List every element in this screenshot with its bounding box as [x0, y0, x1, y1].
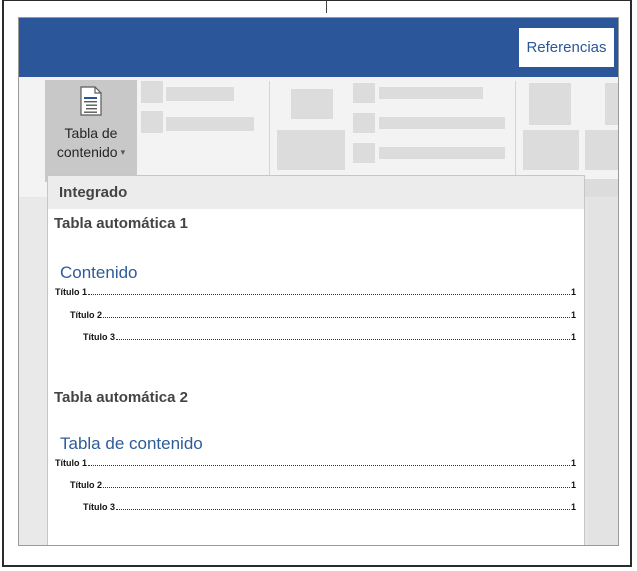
document-left-margin [19, 198, 47, 545]
ribbon-placeholder-icon [529, 83, 571, 125]
gallery-item-tabla-automatica-1[interactable]: Tabla automática 1 Contenido Título 1 1 … [48, 209, 584, 380]
toc-entry-level1: Título 1 1 [55, 458, 576, 468]
ribbon-placeholder-label [166, 117, 254, 131]
ribbon-placeholder-icon [605, 83, 618, 125]
ribbon-placeholder-label [379, 147, 505, 159]
toc-preview-heading: Contenido [60, 263, 138, 282]
ribbon-placeholder-label [166, 87, 234, 101]
ribbon-placeholder-icon [141, 111, 163, 133]
toc-entry-text: Título 3 [83, 502, 115, 512]
toc-preview-heading: Tabla de contenido [60, 434, 203, 453]
toc-entry-level3: Título 3 1 [83, 332, 576, 342]
toc-entry-page: 1 [570, 332, 576, 342]
toc-entry-level3: Título 3 1 [83, 502, 576, 512]
toc-entry-text: Título 1 [55, 458, 87, 468]
ribbon-placeholder-icon [353, 113, 375, 133]
toc-entry-page: 1 [570, 458, 576, 468]
toc-leader-dots [116, 508, 570, 510]
toc-entry-text: Título 3 [83, 332, 115, 342]
toc-button-label-line2: contenido [56, 144, 118, 160]
word-window: Referencias Tabla de contenido ▾ Integra… [18, 17, 619, 546]
frame-notch [326, 1, 327, 13]
toc-leader-dots [103, 486, 570, 488]
toc-entry-page: 1 [570, 310, 576, 320]
ribbon-placeholder-icon [291, 89, 333, 119]
ribbon-placeholder-block [585, 130, 618, 170]
toc-button-label: Tabla de contenido ▾ [57, 124, 125, 162]
gallery-section-header: Integrado [48, 176, 584, 209]
ribbon-placeholder-label [379, 87, 483, 99]
toc-entry-text: Título 1 [55, 287, 87, 297]
chevron-down-icon: ▾ [120, 147, 126, 157]
gallery-item-title: Tabla automática 1 [54, 215, 188, 232]
toc-entry-text: Título 2 [70, 310, 102, 320]
ribbon-placeholder-icon [141, 81, 163, 103]
toc-leader-dots [88, 293, 570, 295]
toc-entry-page: 1 [570, 480, 576, 490]
title-bar: Referencias [19, 18, 618, 77]
toc-leader-dots [103, 316, 570, 318]
toc-entry-level1: Título 1 1 [55, 287, 576, 297]
document-toc-icon [80, 86, 102, 116]
toc-gallery-dropdown: Integrado Tabla automática 1 Contenido T… [47, 175, 585, 545]
toc-entry-text: Título 2 [70, 480, 102, 490]
ribbon-placeholder-block [585, 179, 618, 197]
toc-leader-dots [88, 464, 570, 466]
ribbon-placeholder-block [277, 130, 345, 170]
gallery-item-tabla-automatica-2[interactable]: Tabla automática 2 Tabla de contenido Tí… [48, 380, 584, 545]
ribbon-placeholder-icon [353, 143, 375, 163]
screenshot-frame: Referencias Tabla de contenido ▾ Integra… [2, 0, 632, 567]
document-right-margin [588, 198, 618, 545]
toc-entry-page: 1 [570, 502, 576, 512]
gallery-item-title: Tabla automática 2 [54, 389, 188, 406]
tab-referencias[interactable]: Referencias [519, 28, 614, 67]
ribbon-placeholder-label [379, 117, 505, 129]
ribbon-placeholder-icon [353, 83, 375, 103]
toc-entry-level2: Título 2 1 [70, 480, 576, 490]
ribbon-placeholder-block [523, 130, 579, 170]
toc-entry-level2: Título 2 1 [70, 310, 576, 320]
toc-entry-page: 1 [570, 287, 576, 297]
toc-leader-dots [116, 338, 570, 340]
toc-button-label-line1: Tabla de [64, 125, 118, 141]
table-of-contents-button[interactable]: Tabla de contenido ▾ [45, 80, 137, 182]
